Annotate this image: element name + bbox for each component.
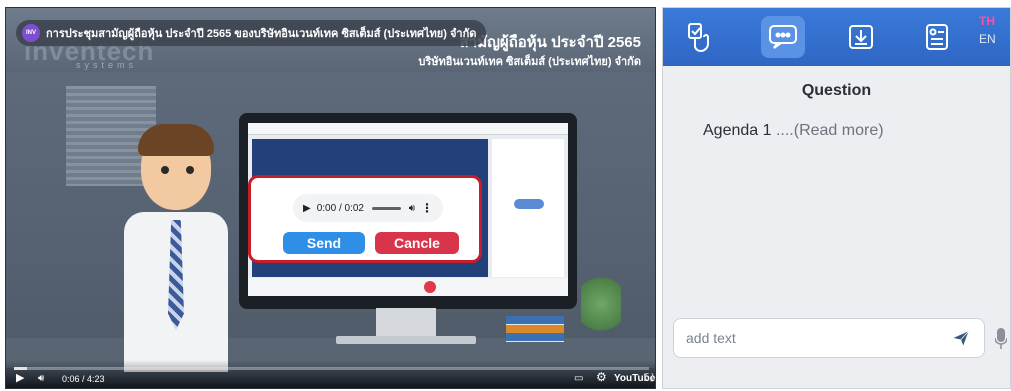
- presenter-eye-left: [161, 166, 169, 174]
- record-dot: [424, 281, 436, 293]
- screen-side-button: [514, 199, 544, 209]
- fullscreen-icon[interactable]: ⛶: [646, 373, 653, 384]
- presenter-illustration: [106, 124, 256, 372]
- chat-icon[interactable]: [761, 16, 805, 58]
- question-input[interactable]: [674, 319, 934, 357]
- video-title-chip[interactable]: INV การประชุมสามัญผู้ถือหุ้น ประจำปี 256…: [16, 20, 487, 46]
- voice-question-dialog: ▶ 0:00 / 0:02 🔊︎ ⋮ Send Cancle: [248, 175, 482, 263]
- monitor-base: [336, 336, 476, 344]
- cancel-button[interactable]: Cancle: [375, 232, 459, 254]
- banner-title: สามัญผู้ถือหุ้น ประจำปี 2565: [459, 34, 641, 51]
- settings-icon[interactable]: ⚙: [596, 370, 607, 384]
- presenter-hair: [138, 124, 214, 156]
- screen-menubar: [248, 123, 568, 135]
- mic-icon[interactable]: [995, 328, 1007, 350]
- video-play-icon[interactable]: ▶: [16, 371, 24, 384]
- video-title[interactable]: การประชุมสามัญผู้ถือหุ้น ประจำปี 2565 ขอ…: [46, 24, 476, 42]
- language-switcher[interactable]: TH EN: [979, 14, 1010, 58]
- channel-avatar[interactable]: INV: [22, 24, 40, 42]
- send-button[interactable]: Send: [283, 232, 365, 254]
- brand-sub: systems: [76, 60, 138, 70]
- more-icon[interactable]: ⋮: [421, 201, 433, 215]
- send-icon[interactable]: [952, 329, 970, 347]
- download-icon[interactable]: [839, 16, 883, 58]
- captions-icon[interactable]: ▭: [574, 373, 583, 384]
- audio-player[interactable]: ▶ 0:00 / 0:02 🔊︎ ⋮: [293, 194, 443, 222]
- volume-icon[interactable]: 🔊︎: [409, 203, 415, 214]
- banner-subtitle: บริษัทอินเวนท์เทค ซิสเต็มส์ (ประเทศไทย) …: [418, 56, 641, 68]
- video-time: 0:06 / 4:23: [62, 374, 105, 384]
- qa-panel: TH EN Question Agenda 1 ....(Read more): [662, 7, 1011, 389]
- read-more-link[interactable]: ....(Read more): [776, 122, 884, 139]
- plant-illustration: [581, 278, 621, 343]
- books-illustration: [506, 316, 564, 342]
- agenda-text: Agenda 1: [703, 122, 772, 139]
- video-progress-fill: [14, 367, 27, 370]
- audio-time: 0:00 / 0:02: [316, 202, 364, 214]
- video-progress-bar[interactable]: [14, 367, 649, 370]
- presenter-eye-right: [186, 166, 194, 174]
- qa-toolbar: TH EN: [663, 8, 1010, 66]
- lang-en[interactable]: EN: [979, 32, 1010, 46]
- lang-th[interactable]: TH: [979, 14, 1010, 28]
- screen-bottombar: [248, 278, 568, 296]
- screen-sidepanel: [492, 139, 564, 277]
- question-input-wrap: [673, 318, 985, 358]
- video-volume-icon[interactable]: 🔊︎: [38, 373, 44, 384]
- agenda-item[interactable]: Agenda 1 ....(Read more): [703, 122, 884, 140]
- video-player[interactable]: inventech systems สามัญผู้ถือหุ้น ประจำป…: [5, 7, 656, 389]
- audio-progress[interactable]: [371, 206, 401, 210]
- qa-title: Question: [801, 82, 872, 99]
- play-icon[interactable]: ▶: [303, 203, 311, 214]
- form-icon[interactable]: [915, 16, 959, 58]
- hand-vote-icon[interactable]: [677, 16, 721, 58]
